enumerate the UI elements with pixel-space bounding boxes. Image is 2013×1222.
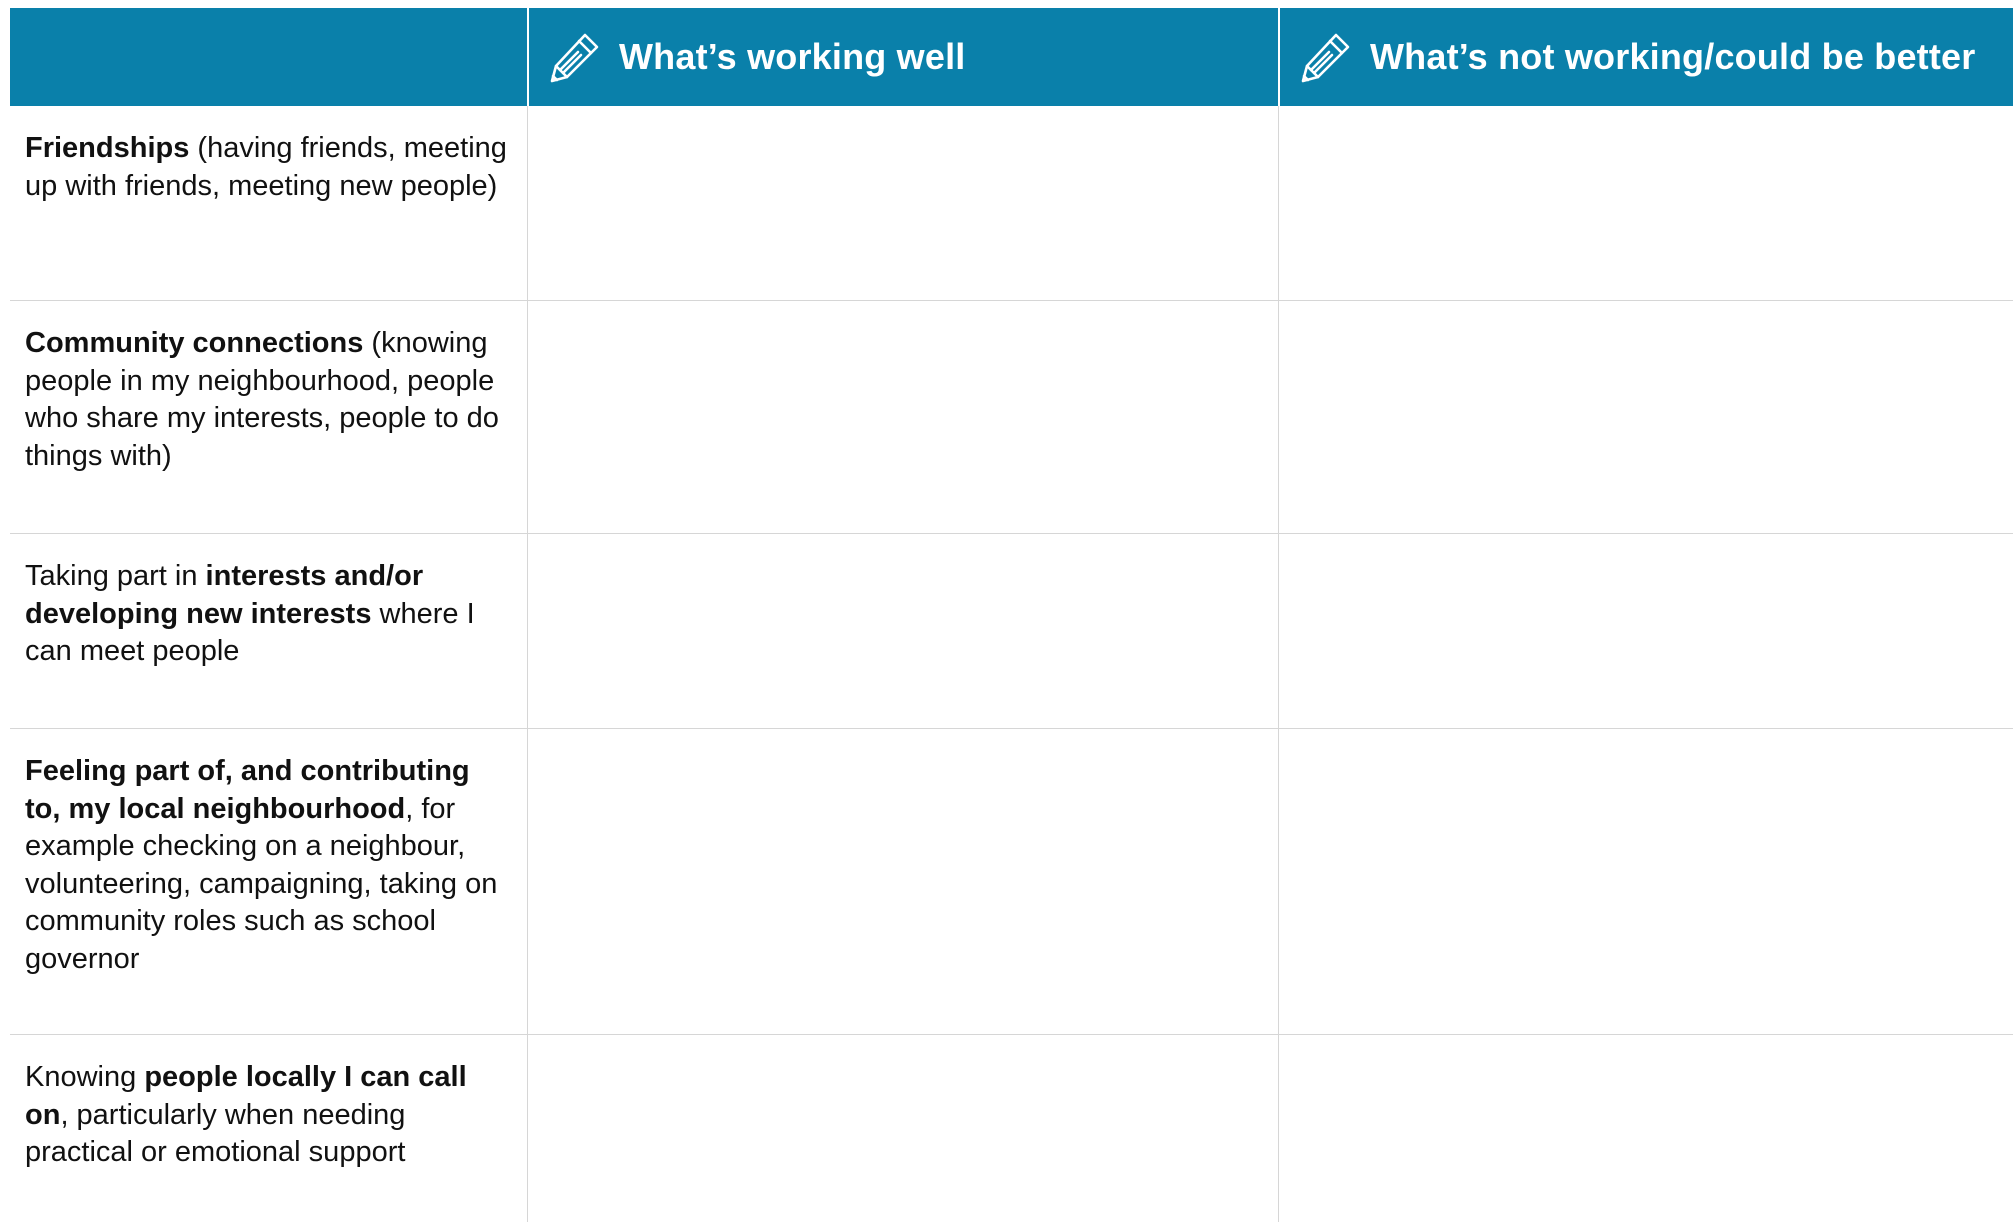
table-row: Friendships (having friends, meeting up …: [10, 106, 2013, 301]
topic-text: Taking part in: [25, 560, 206, 592]
row-topic-cell: Friendships (having friends, meeting up …: [10, 106, 527, 300]
topic-text-bold: Community connections: [25, 327, 364, 359]
working-well-cell[interactable]: [527, 534, 1278, 728]
table-row: Knowing people locally I can call on, pa…: [10, 1035, 2013, 1222]
header-cell-working-well: What’s working well: [527, 8, 1278, 106]
working-well-cell[interactable]: [527, 1035, 1278, 1222]
pencil-icon: [1301, 33, 1350, 83]
topic-text: , particularly when needing practical or…: [25, 1098, 406, 1169]
row-topic-cell: Community connections (knowing people in…: [10, 301, 527, 533]
working-well-cell[interactable]: [527, 729, 1278, 1034]
header-cell-not-working: What’s not working/could be better: [1278, 8, 2013, 106]
topic-text-bold: Feeling part of, and contributing to, my…: [25, 755, 470, 825]
working-well-cell[interactable]: [527, 301, 1278, 533]
not-working-cell[interactable]: [1278, 1035, 2013, 1222]
table-row: Feeling part of, and contributing to, my…: [10, 729, 2013, 1035]
row-topic-label: Friendships (having friends, meeting up …: [25, 130, 511, 205]
reflection-table: What’s working well What’s not working/c…: [10, 8, 2013, 1222]
working-well-cell[interactable]: [527, 106, 1278, 300]
not-working-cell[interactable]: [1278, 301, 2013, 533]
header-label-not-working: What’s not working/could be better: [1370, 36, 1976, 77]
pencil-icon: [550, 33, 599, 83]
row-topic-label: Feeling part of, and contributing to, my…: [25, 753, 511, 978]
header-label-working-well: What’s working well: [619, 36, 966, 77]
row-topic-cell: Taking part in interests and/or developi…: [10, 534, 527, 728]
topic-text-bold: Friendships: [25, 132, 190, 164]
topic-text: Knowing: [25, 1061, 145, 1093]
table-row: Taking part in interests and/or developi…: [10, 534, 2013, 729]
row-topic-label: Taking part in interests and/or developi…: [25, 558, 511, 671]
not-working-cell[interactable]: [1278, 534, 2013, 728]
row-topic-label: Knowing people locally I can call on, pa…: [25, 1059, 511, 1172]
not-working-cell[interactable]: [1278, 106, 2013, 300]
row-topic-label: Community connections (knowing people in…: [25, 325, 511, 475]
row-topic-cell: Knowing people locally I can call on, pa…: [10, 1035, 527, 1222]
table-header: What’s working well What’s not working/c…: [10, 8, 2013, 106]
header-cell-topic: [10, 8, 527, 106]
not-working-cell[interactable]: [1278, 729, 2013, 1034]
table-row: Community connections (knowing people in…: [10, 301, 2013, 534]
row-topic-cell: Feeling part of, and contributing to, my…: [10, 729, 527, 1034]
